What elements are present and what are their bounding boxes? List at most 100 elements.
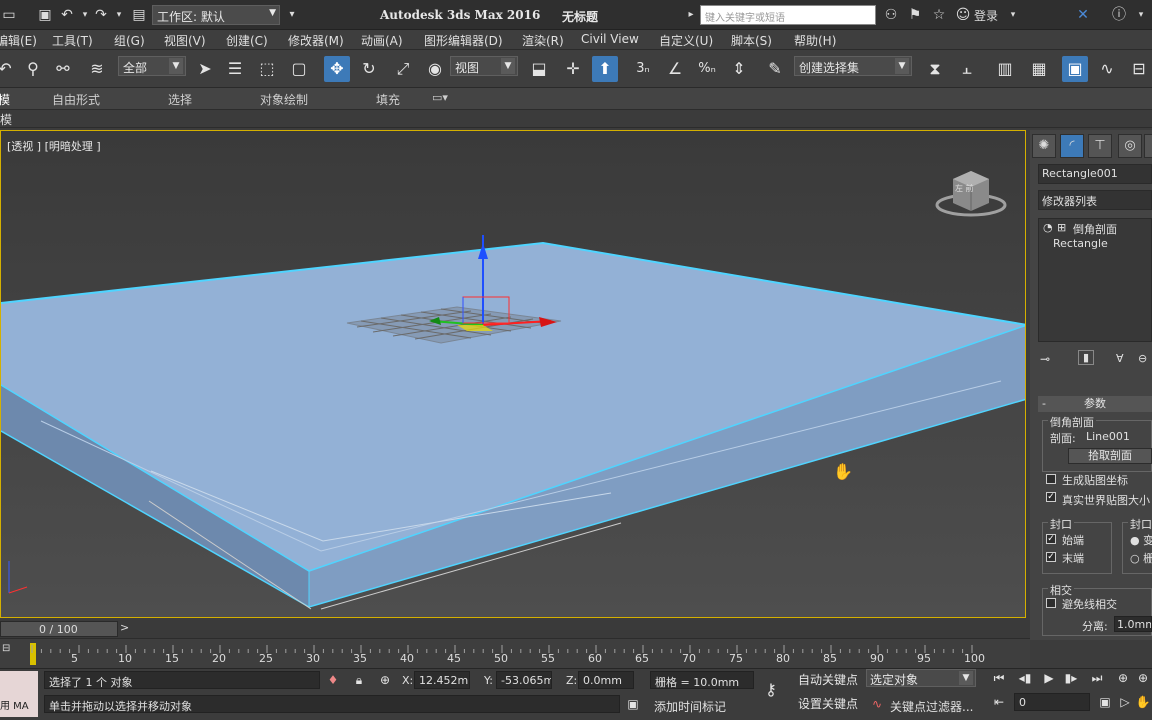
- auto-key-button[interactable]: 自动关键点: [796, 671, 860, 691]
- window-crossing-icon[interactable]: ▢: [286, 56, 312, 82]
- hierarchy-tab-icon[interactable]: ⊤: [1088, 134, 1112, 158]
- help-dropdown-icon[interactable]: ▾: [1132, 6, 1150, 24]
- keyboard-shortcut-override-icon[interactable]: ⬆: [592, 56, 618, 82]
- login-dropdown-icon[interactable]: ▾: [1004, 6, 1022, 24]
- select-and-place-icon[interactable]: ◉: [422, 56, 448, 82]
- ribbon-tab-populate[interactable]: 填充: [376, 91, 400, 108]
- menu-graph-editors[interactable]: 图形编辑器(D): [424, 32, 503, 49]
- select-and-link-icon[interactable]: ⚲: [20, 56, 46, 82]
- menu-tools[interactable]: 工具(T): [52, 32, 93, 49]
- reference-coordinate-dropdown[interactable]: 视图 ▼: [450, 56, 518, 76]
- edit-named-selection-icon[interactable]: ✎: [762, 56, 788, 82]
- avoid-intersect-checkbox[interactable]: [1046, 598, 1056, 608]
- selection-lock-icon[interactable]: 🔒︎: [350, 671, 368, 689]
- align-icon[interactable]: ⫠: [954, 56, 980, 82]
- menu-create[interactable]: 创建(C): [226, 32, 268, 49]
- binoculars-icon[interactable]: ⚇: [882, 6, 900, 24]
- curve-editor-icon[interactable]: ∿: [1094, 56, 1120, 82]
- timeline[interactable]: 5 10 15 20 25 30 35 40 45 50 55 60 65 70 75 80 85 90 95 100…: [0, 638, 1030, 668]
- snaps-toggle-icon[interactable]: 3ₙ: [630, 56, 656, 82]
- undo-history-icon[interactable]: ↶: [0, 56, 18, 82]
- select-and-move-icon[interactable]: ✥: [324, 56, 350, 82]
- cap-start-checkbox[interactable]: ✓: [1046, 534, 1056, 544]
- display-tab-icon[interactable]: ▮: [1144, 134, 1152, 158]
- angle-snap-icon[interactable]: ∠: [662, 56, 688, 82]
- mirror-icon[interactable]: ⧗: [922, 56, 948, 82]
- select-by-name-icon[interactable]: ☰: [222, 56, 248, 82]
- percent-snap-icon[interactable]: %ₙ: [694, 56, 720, 82]
- selection-filter-dropdown[interactable]: 全部 ▼: [118, 56, 186, 76]
- ribbon-options-icon[interactable]: ▭▾: [432, 91, 448, 104]
- expand-icon[interactable]: ⊞: [1057, 221, 1066, 234]
- workspace-dropdown[interactable]: 工作区: 默认 ▼: [152, 5, 280, 25]
- lightbulb-icon[interactable]: ◔: [1043, 221, 1053, 234]
- redo-icon[interactable]: ↷: [92, 6, 110, 24]
- set-key-button[interactable]: 设置关键点: [796, 695, 860, 715]
- undo-icon[interactable]: ↶: [58, 6, 76, 24]
- real-world-map-checkbox[interactable]: ✓: [1046, 492, 1056, 502]
- search-arrow-icon[interactable]: ▸: [682, 6, 700, 24]
- ribbon-tab-freeform[interactable]: 自由形式: [52, 91, 100, 108]
- make-unique-icon[interactable]: ∀: [1116, 352, 1124, 365]
- menu-scripting[interactable]: 脚本(S): [731, 32, 772, 49]
- menu-rendering[interactable]: 渲染(R): [522, 32, 564, 49]
- exchange-icon[interactable]: ✕: [1074, 6, 1092, 24]
- login-label[interactable]: 登录: [974, 7, 998, 24]
- perspective-viewport[interactable]: ✋ [透视 ] [明暗处理 ] 左 前: [0, 130, 1026, 618]
- redo-dropdown-icon[interactable]: ▾: [110, 6, 128, 24]
- rollout-header-parameters[interactable]: - 参数: [1038, 396, 1152, 412]
- user-icon[interactable]: ☺: [954, 6, 972, 24]
- select-and-scale-icon[interactable]: ⤢: [390, 56, 416, 82]
- go-to-start-icon[interactable]: ⏮: [990, 669, 1008, 687]
- create-tab-icon[interactable]: ✺: [1032, 134, 1056, 158]
- favorites-star-icon[interactable]: ☆: [930, 6, 948, 24]
- select-object-icon[interactable]: ➤: [192, 56, 218, 82]
- viewcube-label[interactable]: 左 前: [955, 183, 974, 194]
- maxscript-listener[interactable]: 用 MA: [0, 671, 38, 717]
- next-frame-icon[interactable]: ▮▸: [1062, 669, 1080, 687]
- cap-type-grid-radio[interactable]: ○ 栅格: [1130, 550, 1152, 566]
- menu-civil-view[interactable]: Civil View: [581, 32, 639, 46]
- orbit-icon[interactable]: ✋: [1134, 693, 1152, 711]
- unlink-icon[interactable]: ⚯: [50, 56, 76, 82]
- menu-customize[interactable]: 自定义(U): [659, 32, 713, 49]
- menu-help[interactable]: 帮助(H): [794, 32, 836, 49]
- select-and-rotate-icon[interactable]: ↻: [356, 56, 382, 82]
- motion-tab-icon[interactable]: ◎: [1118, 134, 1142, 158]
- adaptive-degradation-icon[interactable]: ▣: [624, 695, 642, 713]
- help-icon[interactable]: ⓘ: [1110, 6, 1128, 24]
- pivot-center-icon[interactable]: ⬓: [526, 56, 552, 82]
- viewport-label[interactable]: [透视 ] [明暗处理 ]: [7, 138, 101, 154]
- add-time-tag-label[interactable]: 添加时间标记: [654, 698, 726, 715]
- set-key-icon[interactable]: ⚷: [762, 681, 780, 699]
- zoom-all-icon[interactable]: ⊕: [1134, 669, 1152, 687]
- scene-explorer-icon[interactable]: ▦: [1026, 56, 1052, 82]
- object-name-field[interactable]: Rectangle001: [1038, 164, 1152, 184]
- go-to-end-icon[interactable]: ⏭: [1088, 669, 1106, 687]
- modify-tab-icon[interactable]: ◜: [1060, 134, 1084, 158]
- pan-view-icon[interactable]: ▷: [1116, 693, 1134, 711]
- play-icon[interactable]: ▶: [1040, 669, 1058, 687]
- key-filters-button[interactable]: 关键点过滤器...: [890, 698, 973, 715]
- menu-view[interactable]: 视图(V): [164, 32, 206, 49]
- key-filters-icon[interactable]: ∿: [868, 695, 886, 713]
- project-folder-icon[interactable]: ▤: [130, 6, 148, 24]
- menu-modifiers[interactable]: 修改器(M): [288, 32, 344, 49]
- menu-group[interactable]: 组(G): [114, 32, 145, 49]
- zoom-icon[interactable]: ⊕: [1114, 669, 1132, 687]
- stack-item-rectangle[interactable]: Rectangle: [1053, 237, 1108, 250]
- ribbon-toggle-icon[interactable]: ▣: [1062, 56, 1088, 82]
- layer-manager-icon[interactable]: ▥: [992, 56, 1018, 82]
- time-slider[interactable]: 0 / 100 >: [0, 620, 1030, 638]
- pin-stack-icon[interactable]: ⊸: [1040, 352, 1050, 366]
- stack-item-bevel-profile[interactable]: 倒角剖面: [1073, 221, 1117, 237]
- time-slider-thumb[interactable]: 0 / 100: [0, 621, 118, 637]
- ribbon-tab-modeling[interactable]: 建模: [0, 91, 10, 108]
- key-mode-dropdown[interactable]: 选定对象 ▼: [866, 669, 976, 687]
- ribbon-tab-object-paint[interactable]: 对象绘制: [260, 91, 308, 108]
- subscription-icon[interactable]: ⚑: [906, 6, 924, 24]
- show-end-result-icon[interactable]: ▮: [1078, 350, 1095, 365]
- current-frame-field[interactable]: 0: [1014, 693, 1090, 711]
- absolute-mode-icon[interactable]: ⊕: [376, 671, 394, 689]
- mini-curve-editor-icon[interactable]: ⊟: [2, 643, 10, 654]
